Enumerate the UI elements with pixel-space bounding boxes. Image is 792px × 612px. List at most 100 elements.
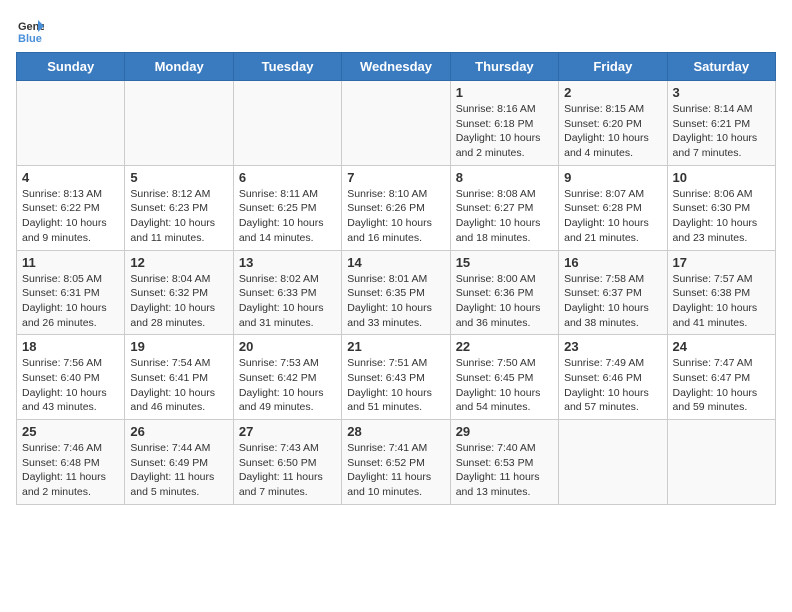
calendar-cell: 5Sunrise: 8:12 AMSunset: 6:23 PMDaylight…: [125, 165, 233, 250]
calendar-body: 1Sunrise: 8:16 AMSunset: 6:18 PMDaylight…: [17, 81, 776, 505]
day-info: Sunrise: 8:15 AMSunset: 6:20 PMDaylight:…: [564, 102, 661, 161]
day-number: 10: [673, 170, 770, 185]
day-number: 9: [564, 170, 661, 185]
day-info: Sunrise: 8:16 AMSunset: 6:18 PMDaylight:…: [456, 102, 553, 161]
weekday-header-monday: Monday: [125, 53, 233, 81]
day-number: 24: [673, 339, 770, 354]
day-number: 27: [239, 424, 336, 439]
day-info-line: Daylight: 10 hours: [347, 302, 432, 314]
day-info-line: and 57 minutes.: [564, 401, 639, 413]
day-info-line: and 59 minutes.: [673, 401, 748, 413]
calendar-cell: 18Sunrise: 7:56 AMSunset: 6:40 PMDayligh…: [17, 335, 125, 420]
day-number: 22: [456, 339, 553, 354]
day-info: Sunrise: 7:46 AMSunset: 6:48 PMDaylight:…: [22, 441, 119, 500]
day-info-line: Sunrise: 8:11 AM: [239, 188, 318, 200]
calendar-cell: 24Sunrise: 7:47 AMSunset: 6:47 PMDayligh…: [667, 335, 775, 420]
calendar-cell: [342, 81, 450, 166]
day-info-line: Sunrise: 8:10 AM: [347, 188, 427, 200]
week-row-1: 1Sunrise: 8:16 AMSunset: 6:18 PMDaylight…: [17, 81, 776, 166]
day-info-line: Sunrise: 8:08 AM: [456, 188, 536, 200]
calendar-cell: [559, 420, 667, 505]
day-info-line: and 21 minutes.: [564, 232, 639, 244]
day-number: 14: [347, 255, 444, 270]
calendar-table: SundayMondayTuesdayWednesdayThursdayFrid…: [16, 52, 776, 505]
weekday-header-sunday: Sunday: [17, 53, 125, 81]
day-info-line: Daylight: 10 hours: [456, 302, 541, 314]
day-number: 2: [564, 85, 661, 100]
day-info-line: and 23 minutes.: [673, 232, 748, 244]
calendar-cell: 23 Sunrise: 7:49 AMSunset: 6:46 PMDayligh…: [559, 335, 667, 420]
day-info-line: Daylight: 10 hours: [239, 302, 324, 314]
day-info-line: Sunrise: 7:43 AM: [239, 442, 319, 454]
day-number: 18: [22, 339, 119, 354]
day-info-line: Sunrise: 8:16 AM: [456, 103, 536, 115]
day-info-line: Sunset: 6:36 PM: [456, 287, 534, 299]
day-info-line: Sunset: 6:38 PM: [673, 287, 751, 299]
day-info: Sunrise: 7:49 AMSunset: 6:46 PMDaylight:…: [564, 356, 661, 415]
week-row-3: 11Sunrise: 8:05 AMSunset: 6:31 PMDayligh…: [17, 250, 776, 335]
day-info-line: Daylight: 10 hours: [456, 132, 541, 144]
page-header: General Blue: [16, 16, 776, 44]
calendar-cell: 28 Sunrise: 7:41 AMSunset: 6:52 PMDayligh…: [342, 420, 450, 505]
day-number: 16: [564, 255, 661, 270]
day-number: 28: [347, 424, 444, 439]
day-info-line: Sunset: 6:35 PM: [347, 287, 425, 299]
calendar-cell: 8Sunrise: 8:08 AMSunset: 6:27 PMDaylight…: [450, 165, 558, 250]
calendar-cell: 22 Sunrise: 7:50 AMSunset: 6:45 PMDayligh…: [450, 335, 558, 420]
logo: General Blue: [16, 16, 48, 44]
day-info-line: Sunset: 6:32 PM: [130, 287, 208, 299]
day-number: 4: [22, 170, 119, 185]
calendar-cell: 4Sunrise: 8:13 AMSunset: 6:22 PMDaylight…: [17, 165, 125, 250]
day-info-line: Sunset: 6:28 PM: [564, 202, 642, 214]
day-info-line: Sunrise: 7:54 AM: [130, 357, 210, 369]
day-info-line: Sunrise: 8:15 AM: [564, 103, 644, 115]
calendar-cell: 12 Sunrise: 8:04 AM Sunset: 6:32 PM Dayligh…: [125, 250, 233, 335]
day-info-line: and 7 minutes.: [673, 147, 742, 159]
week-row-4: 18Sunrise: 7:56 AMSunset: 6:40 PMDayligh…: [17, 335, 776, 420]
weekday-header-saturday: Saturday: [667, 53, 775, 81]
day-info-line: Daylight: 10 hours: [239, 217, 324, 229]
day-info-line: and 2 minutes.: [456, 147, 525, 159]
day-info-line: Sunrise: 8:06 AM: [673, 188, 753, 200]
calendar-cell: 29Sunrise: 7:40 AMSunset: 6:53 PMDayligh…: [450, 420, 558, 505]
day-number: 19: [130, 339, 227, 354]
day-info-line: and 18 minutes.: [456, 232, 531, 244]
day-number: 23: [564, 339, 661, 354]
logo-icon: General Blue: [16, 16, 44, 44]
day-info-line: Sunset: 6:49 PM: [130, 457, 208, 469]
day-info: Sunrise: 7:57 AMSunset: 6:38 PMDaylight:…: [673, 272, 770, 331]
day-info-line: Sunrise: 8:04 AM: [130, 273, 210, 285]
day-info-line: Sunset: 6:40 PM: [22, 372, 100, 384]
day-info-line: and 16 minutes.: [347, 232, 422, 244]
calendar-cell: 14Sunrise: 8:01 AMSunset: 6:35 PMDayligh…: [342, 250, 450, 335]
weekday-header-friday: Friday: [559, 53, 667, 81]
calendar-cell: 26Sunrise: 7:44 AMSunset: 6:49 PMDayligh…: [125, 420, 233, 505]
day-info: Sunrise: 7:50 AMSunset: 6:45 PMDaylight:…: [456, 356, 553, 415]
day-number: 12: [130, 255, 227, 270]
day-info-line: and 38 minutes.: [564, 317, 639, 329]
day-info-line: Sunset: 6:22 PM: [22, 202, 100, 214]
calendar-cell: 11Sunrise: 8:05 AMSunset: 6:31 PMDayligh…: [17, 250, 125, 335]
day-info-line: Sunset: 6:46 PM: [564, 372, 642, 384]
day-info-line: Daylight: 10 hours: [347, 387, 432, 399]
day-info-line: Sunrise: 7:53 AM: [239, 357, 319, 369]
day-info: Sunrise: 7:54 AMSunset: 6:41 PMDaylight:…: [130, 356, 227, 415]
day-info-line: and 11 minutes.: [130, 232, 204, 244]
day-info-line: and 41 minutes.: [673, 317, 748, 329]
calendar-cell: 2 Sunrise: 8:15 AMSunset: 6:20 PMDaylight…: [559, 81, 667, 166]
day-info-line: and 54 minutes.: [456, 401, 531, 413]
day-info-line: Sunset: 6:26 PM: [347, 202, 425, 214]
day-info-line: Sunrise: 7:47 AM: [673, 357, 753, 369]
calendar-cell: [233, 81, 341, 166]
day-info-line: and 33 minutes.: [347, 317, 422, 329]
day-info-line: and 2 minutes.: [22, 486, 91, 498]
day-info-line: Daylight: 10 hours: [22, 302, 107, 314]
day-info-line: Sunrise: 8:14 AM: [673, 103, 753, 115]
day-info: Sunrise: 7:41 AMSunset: 6:52 PMDaylight:…: [347, 441, 444, 500]
day-info-line: Daylight: 10 hours: [130, 302, 215, 314]
day-info-line: Sunset: 6:25 PM: [239, 202, 317, 214]
day-info-line: Daylight: 11 hours: [347, 471, 431, 483]
day-info-line: Sunset: 6:53 PM: [456, 457, 534, 469]
calendar-cell: 13Sunrise: 8:02 AMSunset: 6:33 PMDayligh…: [233, 250, 341, 335]
day-info: Sunrise: 8:12 AMSunset: 6:23 PMDaylight:…: [130, 187, 227, 246]
